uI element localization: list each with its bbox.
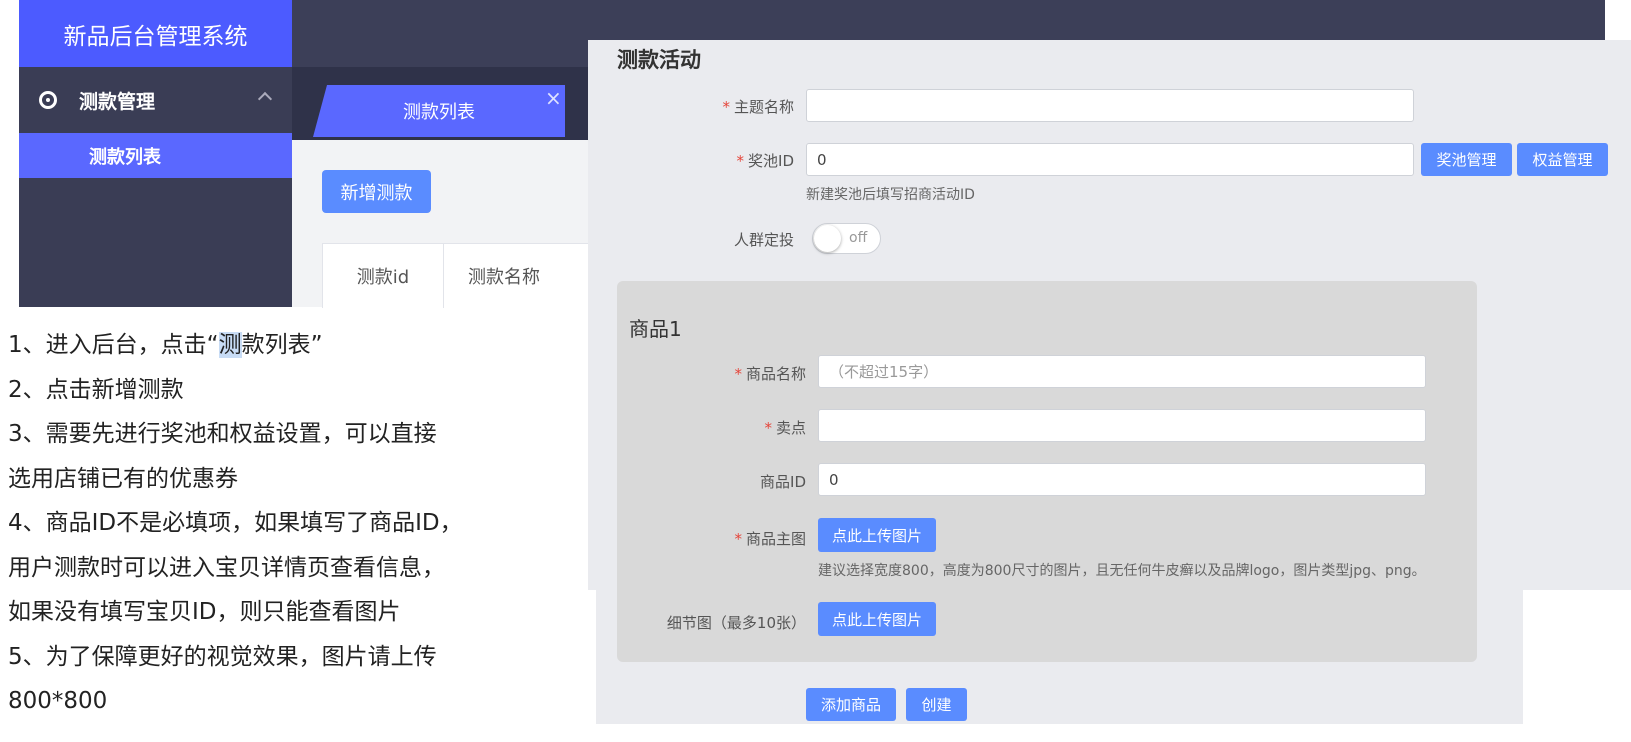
add-test-button[interactable]: 新增测款 (322, 170, 431, 213)
detail-image-label: 细节图（最多10张） (666, 614, 806, 632)
product-title: 商品1 (629, 317, 682, 341)
instruction-line: 2、点击新增测款 (8, 376, 184, 403)
product-name-input[interactable]: （不超过15字） (818, 355, 1426, 388)
instruction-line: 800*800 (8, 688, 108, 714)
sidebar-item-test-list[interactable]: 测款列表 (19, 133, 292, 178)
rights-manage-button[interactable]: 权益管理 (1517, 143, 1608, 176)
column-header-name: 测款名称 (468, 267, 540, 288)
instruction-line: 选用店铺已有的优惠券 (8, 465, 238, 492)
tab-test-list[interactable]: 测款列表 (313, 85, 565, 137)
sidebar: 测款管理 测款列表 (19, 67, 292, 307)
pool-manage-button[interactable]: 奖池管理 (1421, 143, 1512, 176)
instruction-line: 如果没有填写宝贝ID，则只能查看图片 (8, 599, 401, 625)
instruction-line: 5、为了保障更好的视觉效果，图片请上传 (8, 643, 437, 670)
product-id-input[interactable]: 0 (818, 463, 1426, 496)
upload-detail-image-button[interactable]: 点此上传图片 (818, 602, 936, 636)
required-mark: * (764, 419, 772, 437)
instruction-line: 3、需要先进行奖池和权益设置，可以直接 (8, 421, 437, 447)
main-image-hint: 建议选择宽度800，高度为800尺寸的图片，且无任何牛皮癣以及品牌logo，图片… (818, 563, 1426, 579)
target-icon (39, 91, 57, 109)
chevron-up-icon (257, 91, 273, 107)
required-mark: * (734, 365, 742, 383)
theme-input[interactable] (806, 89, 1414, 122)
test-table: 测款id 测款名称 (322, 243, 594, 308)
product-name-label: * 商品名称 (734, 365, 806, 383)
sidebar-group-label: 测款管理 (79, 90, 156, 113)
toggle-state: off (849, 230, 868, 246)
theme-label: * 主题名称 (722, 98, 794, 116)
instruction-line: 1、进入后台，点击“测款列表” (8, 332, 323, 358)
product-id-label: 商品ID (760, 473, 806, 491)
app-title: 新品后台管理系统 (19, 0, 292, 67)
form-title: 测款活动 (617, 48, 701, 72)
instructions: 1、进入后台，点击“测款列表” 2、点击新增测款 3、需要先进行奖池和权益设置，… (8, 323, 568, 724)
crowd-label: 人群定投 (733, 231, 794, 249)
selling-point-label: * 卖点 (764, 419, 806, 437)
pool-id-label: * 奖池ID (736, 152, 794, 170)
selling-point-input[interactable] (818, 409, 1426, 442)
instruction-line: 4、商品ID不是必填项，如果填写了商品ID， (8, 510, 463, 536)
crowd-toggle[interactable]: off (812, 223, 881, 254)
upload-main-image-button[interactable]: 点此上传图片 (818, 518, 936, 552)
pool-hint: 新建奖池后填写招商活动ID (806, 187, 975, 203)
sidebar-group-test-management[interactable]: 测款管理 (19, 67, 292, 133)
add-product-button[interactable]: 添加商品 (806, 688, 896, 721)
pool-id-input[interactable]: 0 (806, 143, 1414, 176)
required-mark: * (734, 530, 742, 548)
column-header-id: 测款id (323, 244, 444, 308)
create-button[interactable]: 创建 (906, 688, 967, 721)
toggle-knob (814, 225, 841, 252)
close-icon[interactable]: × (545, 86, 562, 110)
main-image-label: * 商品主图 (734, 530, 806, 548)
required-mark: * (736, 152, 745, 170)
instruction-line: 用户测款时可以进入宝贝详情页查看信息， (8, 554, 445, 581)
required-mark: * (722, 98, 730, 116)
